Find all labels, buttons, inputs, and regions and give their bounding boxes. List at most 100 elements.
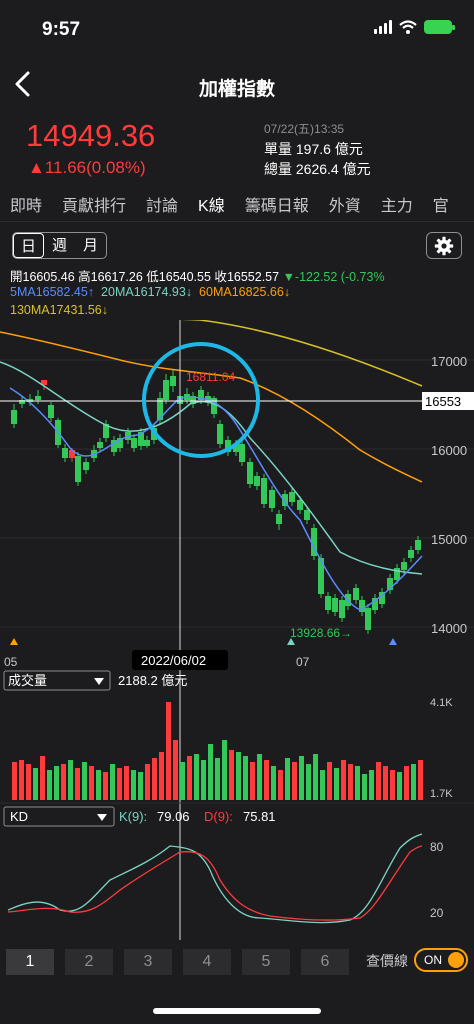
toggle-text: ON — [424, 953, 442, 967]
layout-button-4[interactable]: 4 — [183, 949, 231, 975]
period-selector: 日 週 月 — [12, 232, 107, 259]
volume-bar — [243, 756, 248, 800]
price-axis-15000: 15000 — [431, 532, 467, 547]
tab-kline[interactable]: K線 — [188, 186, 235, 221]
candle-body — [261, 478, 267, 504]
candle-body — [276, 514, 282, 524]
month-label-right: 07 — [296, 655, 310, 669]
volume-bar — [327, 762, 332, 800]
volume-axis-bottom: 1.7K — [430, 788, 453, 800]
volume-bar — [341, 760, 346, 800]
volume-bar — [68, 760, 73, 800]
ma5-label: 5MA16582.45↑ — [10, 285, 95, 299]
candle-body — [254, 476, 260, 486]
tab-foreign[interactable]: 外資 — [319, 186, 371, 221]
crosshair-date: 2022/06/02 — [141, 653, 206, 668]
volume-bar — [411, 764, 416, 800]
layout-button-3[interactable]: 3 — [124, 949, 172, 975]
volume-selector-label: 成交量 — [8, 673, 47, 688]
volume-bar — [152, 758, 157, 800]
period-week-button[interactable]: 週 — [44, 233, 75, 258]
volume-bar — [166, 702, 171, 800]
candle-body — [332, 598, 338, 612]
tab-bar: 即時 貢獻排行 討論 K線 籌碼日報 外資 主力 官 — [0, 186, 474, 222]
tab-realtime[interactable]: 即時 — [0, 186, 52, 221]
volume-bar — [271, 766, 276, 800]
volume-bar — [278, 770, 283, 800]
volume-bar — [292, 762, 297, 800]
toggle-knob — [448, 952, 464, 968]
layout-button-6[interactable]: 6 — [301, 949, 349, 975]
ma20-label: 20MA16174.93↓ — [101, 285, 193, 299]
candle-body — [163, 380, 169, 400]
candle-body — [131, 438, 137, 448]
month-label-left: 05 — [4, 655, 18, 669]
page-title: 加權指數 — [198, 79, 275, 100]
volume-bar — [33, 768, 38, 800]
volume-bar — [89, 766, 94, 800]
d-label: D(9): — [204, 809, 233, 824]
volume-bar — [299, 756, 304, 800]
candle-body — [408, 550, 414, 558]
tab-contribution[interactable]: 貢獻排行 — [52, 186, 136, 221]
period-month-button[interactable]: 月 — [75, 233, 106, 258]
price-line-toggle[interactable]: ON — [414, 948, 468, 972]
layout-button-2[interactable]: 2 — [65, 949, 113, 975]
status-bar: 9:57 — [0, 0, 474, 58]
tab-discussion[interactable]: 討論 — [136, 186, 188, 221]
low-value: 16540.55 — [158, 270, 211, 284]
high-value: 16617.26 — [90, 270, 143, 284]
ma60-label: 60MA16825.66↓ — [199, 285, 291, 299]
volume-bar — [75, 768, 80, 800]
volume-bar — [334, 768, 339, 800]
volume-bar — [180, 762, 185, 800]
candle-body — [415, 540, 421, 550]
volume-bar — [418, 760, 423, 800]
kline-chart[interactable]: 17000 16000 15000 14000 16553 16811.04 1… — [0, 320, 474, 940]
volume-bar — [117, 768, 122, 800]
ohlc-readout: 開16605.46 高16617.26 低16540.55 收16552.57 … — [10, 266, 385, 285]
nav-bar: 加權指數 — [0, 62, 474, 106]
volume-bar — [313, 754, 318, 800]
tab-chips-daily[interactable]: 籌碼日報 — [235, 186, 319, 221]
k-value: 79.06 — [157, 809, 190, 824]
ma20-line — [0, 361, 423, 575]
ma130-legend: 130MA17431.56↓ — [10, 303, 108, 317]
candle-body — [62, 448, 68, 458]
candle-body — [217, 424, 223, 444]
d-value: 75.81 — [243, 809, 276, 824]
kd-axis-top: 80 — [430, 840, 444, 854]
candle-body — [211, 398, 217, 414]
candle-body — [11, 410, 17, 424]
chevron-down-icon — [94, 678, 104, 685]
period-day-button[interactable]: 日 — [13, 233, 44, 258]
volume-bar — [390, 770, 395, 800]
settings-button[interactable] — [426, 232, 462, 259]
low-annotation: 13928.66→ — [290, 626, 352, 640]
unit-volume: 單量 197.6 億元 — [264, 141, 363, 157]
tab-main-force[interactable]: 主力 — [371, 186, 423, 221]
price-line-label: 查價線 — [366, 953, 408, 969]
volume-bar — [26, 764, 31, 800]
volume-bar — [257, 754, 262, 800]
volume-bars — [12, 702, 423, 800]
candle-body — [289, 492, 295, 502]
volume-bar — [82, 762, 87, 800]
volume-bar — [194, 754, 199, 800]
open-label: 開 — [10, 270, 23, 284]
layout-button-1[interactable]: 1 — [6, 949, 54, 975]
quote-date: 07/22(五)13:35 — [264, 122, 345, 136]
layout-button-5[interactable]: 5 — [242, 949, 290, 975]
marker-up-right — [389, 638, 397, 645]
ma5-line — [9, 387, 423, 611]
marker-up-left — [10, 638, 18, 645]
ma-legend: 5MA16582.45↑ 20MA16174.93↓ 60MA16825.66↓ — [10, 285, 290, 299]
quote-panel: 14949.36 ▲11.66(0.08%) 07/22(五)13:35 單量 … — [0, 112, 474, 182]
kd-lines — [7, 833, 423, 924]
volume-axis-top: 4.1K — [430, 697, 453, 709]
chevron-down-icon — [97, 814, 107, 821]
high-label: 高 — [78, 270, 91, 284]
tab-official[interactable]: 官 — [423, 186, 459, 221]
price-grid — [0, 359, 474, 628]
volume-bar — [131, 770, 136, 800]
